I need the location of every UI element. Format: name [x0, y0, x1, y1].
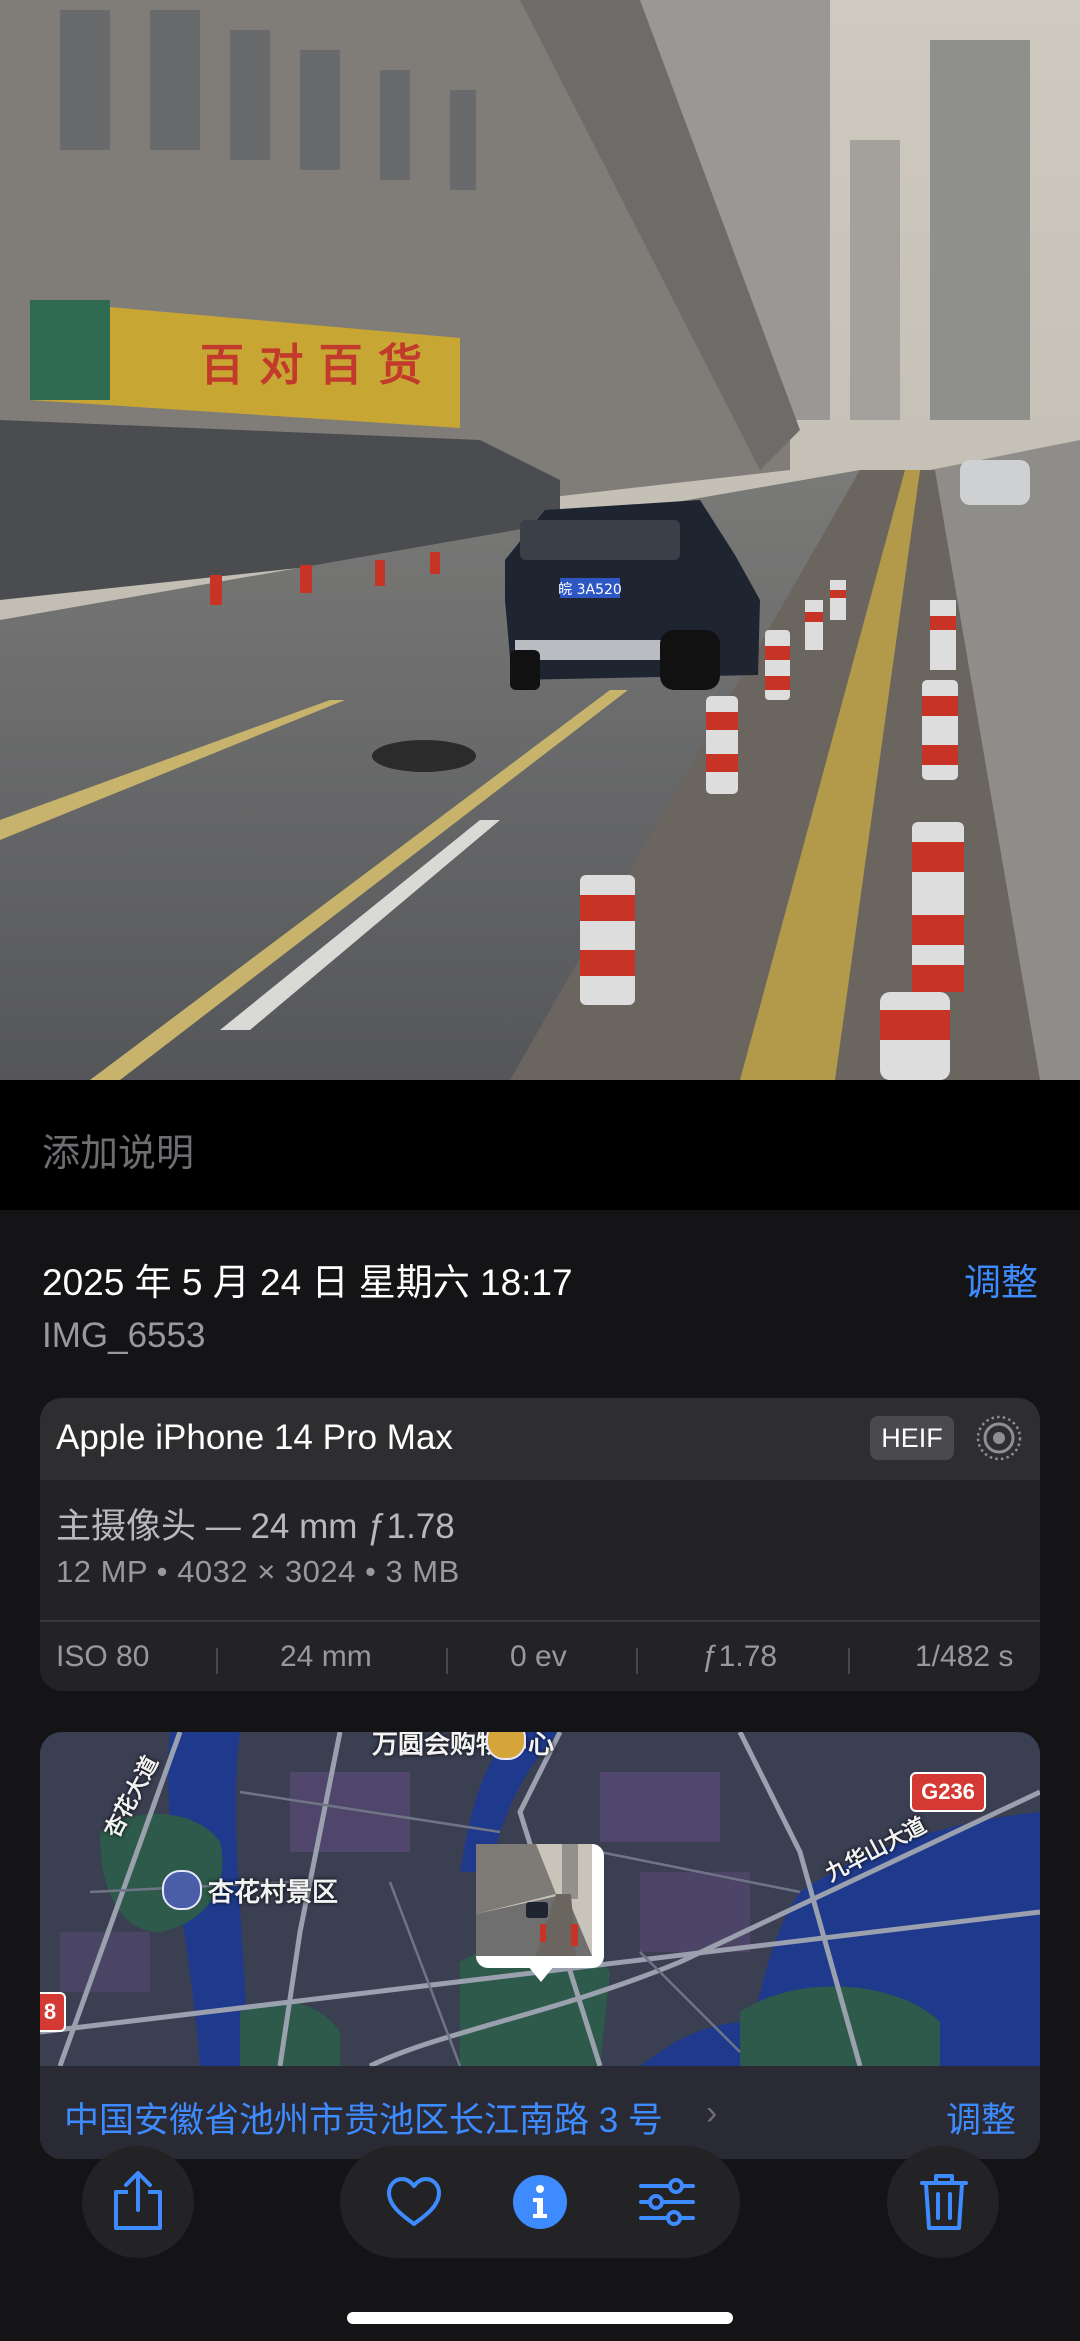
- live-photo-icon: [976, 1415, 1022, 1461]
- heart-icon[interactable]: [386, 2176, 442, 2228]
- scenic-spot-icon: [162, 1870, 202, 1910]
- camera-info-card: Apple iPhone 14 Pro Max HEIF 主摄像头 — 24 m…: [40, 1398, 1040, 1691]
- chevron-right-icon: ›: [706, 2094, 718, 2132]
- map-label-mall: 万圆会购物中心: [372, 1732, 555, 1759]
- exif-ev: 0 ev: [510, 1640, 567, 1673]
- exif-shutter: 1/482 s: [915, 1640, 1014, 1673]
- image-specs: 12 MP • 4032 × 3024 • 3 MB: [56, 1554, 460, 1589]
- share-icon: [114, 2171, 162, 2230]
- pin-tail: [528, 1966, 554, 1982]
- exif-separator: [848, 1648, 850, 1674]
- share-button[interactable]: [82, 2146, 194, 2258]
- action-pill: [340, 2146, 740, 2258]
- camera-card-header: Apple iPhone 14 Pro Max HEIF: [40, 1398, 1040, 1480]
- exif-aperture: ƒ1.78: [702, 1640, 778, 1673]
- exif-separator: [216, 1648, 218, 1674]
- address-link[interactable]: 中国安徽省池州市贵池区长江南路 3 号: [64, 2092, 663, 2143]
- filename: IMG_6553: [42, 1316, 206, 1355]
- trash-icon: [920, 2174, 968, 2230]
- format-badge: HEIF: [870, 1416, 954, 1460]
- street-photo: 百 对 百 货 皖 3A520: [0, 0, 1080, 1080]
- exif-separator: [636, 1648, 638, 1674]
- map-label-scenic: 杏花村景区: [208, 1877, 339, 1907]
- device-name: Apple iPhone 14 Pro Max: [56, 1418, 453, 1457]
- highway-badge: G236: [910, 1772, 986, 1812]
- exif-separator: [446, 1648, 448, 1674]
- exif-focal: 24 mm: [280, 1640, 372, 1673]
- adjust-date-button[interactable]: 调整: [964, 1252, 1038, 1306]
- exif-iso: ISO 80: [56, 1640, 150, 1673]
- photo-view[interactable]: 百 对 百 货 皖 3A520: [0, 0, 1080, 1080]
- photo-location-pin[interactable]: [476, 1844, 604, 1968]
- exif-row: ISO 80 24 mm 0 ev ƒ1.78 1/482 s: [40, 1622, 1040, 1691]
- photo-thumbnail: [476, 1844, 598, 1962]
- info-icon[interactable]: [512, 2174, 568, 2230]
- date-time: 2025 年 5 月 24 日 星期六 18:17: [42, 1262, 573, 1303]
- highway-badge-partial: 8: [40, 1992, 66, 2032]
- caption-input[interactable]: 添加说明: [42, 1122, 194, 1177]
- home-indicator[interactable]: [347, 2312, 733, 2324]
- svg-text:百 对 百 货: 百 对 百 货: [200, 340, 422, 391]
- adjust-sliders-icon[interactable]: [638, 2178, 696, 2226]
- location-map[interactable]: 万圆会购物中心 杏花大道 杏花村景区 九华山大道 G236 8 中国安徽省池州市…: [40, 1732, 1040, 2159]
- delete-button[interactable]: [887, 2146, 999, 2258]
- adjust-location-button[interactable]: 调整: [946, 2092, 1016, 2143]
- lens-info: 主摄像头 — 24 mm ƒ1.78: [56, 1507, 455, 1546]
- license-plate: 皖 3A520: [558, 582, 622, 598]
